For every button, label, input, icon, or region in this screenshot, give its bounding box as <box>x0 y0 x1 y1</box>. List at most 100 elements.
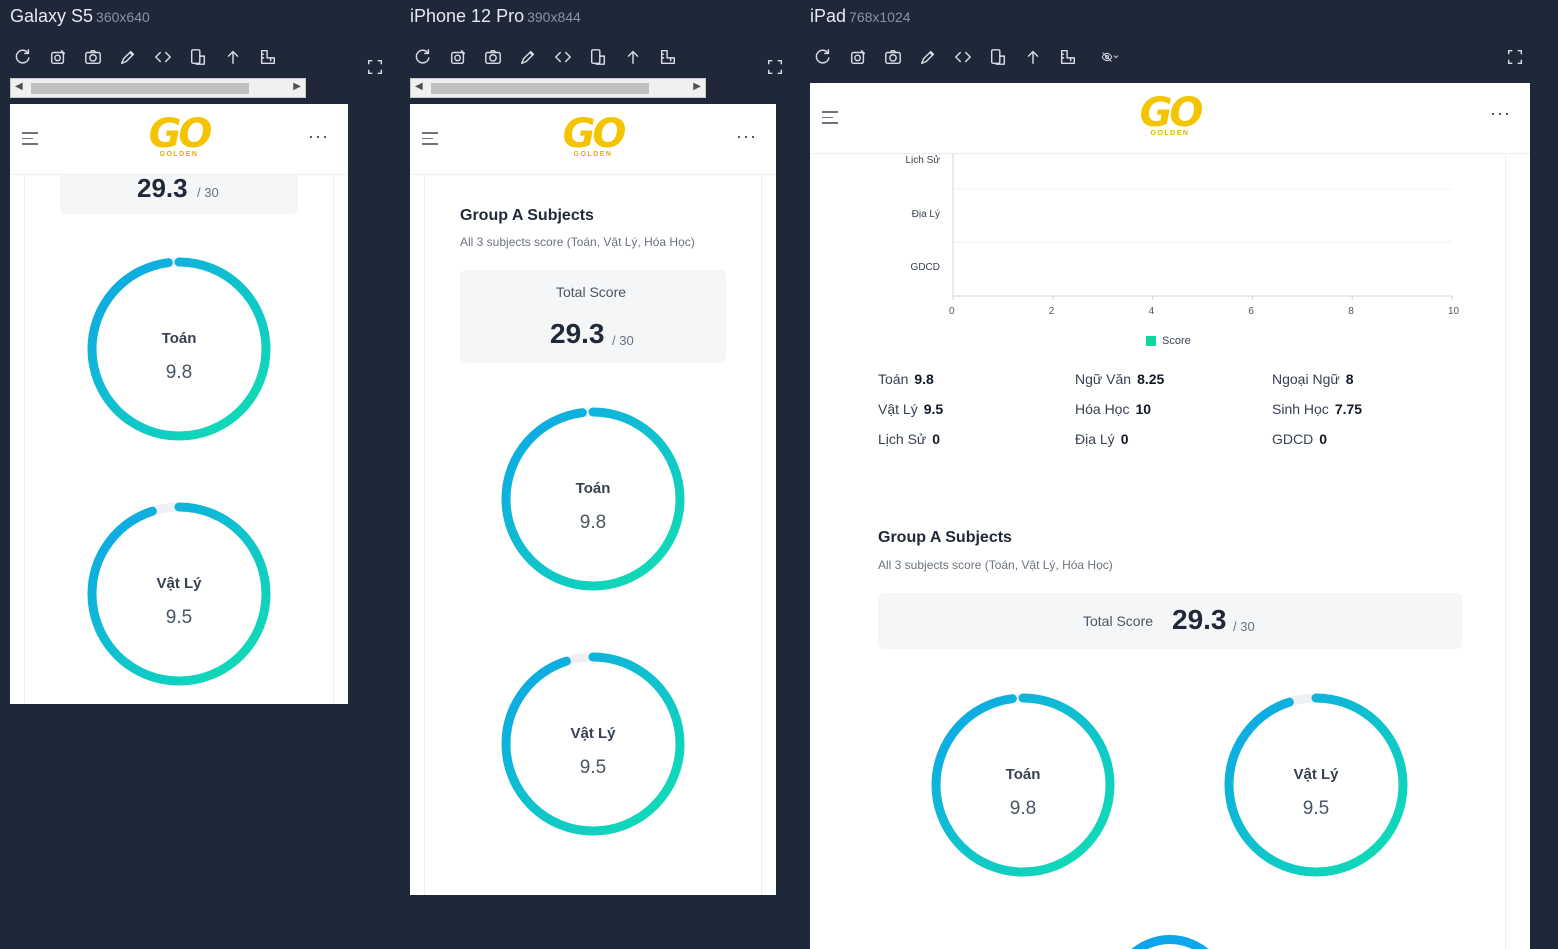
scroll-top-icon[interactable] <box>220 44 246 70</box>
ring-progress <box>501 652 685 836</box>
more-options-icon[interactable]: ··· <box>736 126 757 147</box>
total-score-box: Total Score 29.3 / 30 <box>878 593 1462 649</box>
ruler-icon[interactable] <box>1055 44 1081 70</box>
rotate-device-icon[interactable] <box>585 44 611 70</box>
total-score-max: / 30 <box>612 333 634 348</box>
screenshot-settings-icon[interactable] <box>845 44 871 70</box>
scroll-right-icon[interactable]: ▶ <box>293 81 301 92</box>
app-header: GO GOLDEN ··· <box>810 83 1530 154</box>
legend-swatch <box>1146 336 1156 347</box>
scroll-left-icon[interactable]: ◀ <box>15 81 23 92</box>
horizontal-scrollbar[interactable]: ◀ ▶ <box>410 78 706 98</box>
logo-text: GO <box>562 111 627 157</box>
scroll-top-icon[interactable] <box>620 44 646 70</box>
camera-icon[interactable] <box>480 44 506 70</box>
logo-text: GO <box>1139 90 1204 136</box>
viewport: 29.3 / 30 Toán 9.8 Vật Lý 9.5 GO GOLDEN ··… <box>10 104 348 704</box>
subject-score-item: Lịch Sử 0 <box>878 431 940 447</box>
score-ring-toan: Toán 9.8 <box>84 254 274 444</box>
viewport: Group A Subjects All 3 subjects score (T… <box>410 104 776 895</box>
total-score-label: Total Score <box>556 284 627 300</box>
logo[interactable]: GO GOLDEN <box>145 114 213 158</box>
subject-score: 10 <box>1135 401 1152 417</box>
ring-subject-name: Vật Lý <box>156 575 202 592</box>
subject-name: Ngữ Văn <box>1075 371 1132 387</box>
ring-progress <box>87 502 271 686</box>
menu-icon[interactable] <box>422 132 438 149</box>
code-icon[interactable] <box>550 44 576 70</box>
chart-x-tick-label: 2 <box>1048 306 1055 317</box>
total-score-value: 29.3 <box>1172 604 1227 635</box>
subject-bar-chart: Lịch Sử Địa Lý GDCD 0 2 4 6 8 10 Score <box>810 153 1530 363</box>
expand-icon[interactable] <box>766 58 786 78</box>
subject-score: 9.5 <box>923 401 944 417</box>
device-name: iPad <box>810 6 847 26</box>
more-options-icon[interactable]: ··· <box>1490 103 1511 124</box>
total-score-label: Total Score <box>1083 613 1154 629</box>
rotate-device-icon[interactable] <box>185 44 211 70</box>
horizontal-scrollbar[interactable]: ◀ ▶ <box>10 78 306 98</box>
expand-icon[interactable] <box>1506 48 1526 68</box>
camera-icon[interactable] <box>80 44 106 70</box>
ring-score-value: 9.8 <box>165 362 193 383</box>
device-name: Galaxy S5 <box>10 6 94 26</box>
chart-x-tick-label: 10 <box>1448 306 1460 317</box>
scroll-top-icon[interactable] <box>1020 44 1046 70</box>
color-picker-icon[interactable] <box>515 44 541 70</box>
more-options-icon[interactable]: ··· <box>308 126 329 147</box>
ring-svg <box>1224 693 1408 877</box>
ruler-icon[interactable] <box>655 44 681 70</box>
subject-name: Địa Lý <box>1075 431 1115 447</box>
ring-score-value: 9.8 <box>579 512 607 533</box>
device-dims: 390x844 <box>527 9 581 25</box>
ring-score-value: 9.8 <box>1009 798 1037 819</box>
score-ring-vat-ly: Vật Lý 9.5 <box>498 649 688 839</box>
subject-score-item: Ngoại Ngữ 8 <box>1272 371 1354 387</box>
legend-label: Score <box>1162 335 1191 347</box>
menu-icon[interactable] <box>822 111 838 128</box>
expand-icon[interactable] <box>366 58 386 78</box>
device-toolbar <box>810 44 1139 70</box>
chart-x-tick-label: 0 <box>949 306 955 317</box>
logo[interactable]: GO GOLDEN <box>1136 93 1204 137</box>
ruler-icon[interactable] <box>255 44 281 70</box>
subject-score-item: Sinh Học 7.75 <box>1272 401 1362 417</box>
refresh-icon[interactable] <box>410 44 436 70</box>
device-toolbar <box>410 44 690 70</box>
ring-subject-name: Toán <box>161 330 197 347</box>
color-picker-icon[interactable] <box>115 44 141 70</box>
hide-icon[interactable] <box>1090 44 1130 70</box>
camera-icon[interactable] <box>880 44 906 70</box>
screenshot-settings-icon[interactable] <box>445 44 471 70</box>
total-score-max: / 30 <box>1233 619 1255 634</box>
scroll-right-icon[interactable]: ▶ <box>693 81 701 92</box>
subject-score-item: GDCD 0 <box>1272 431 1327 447</box>
scroll-left-icon[interactable]: ◀ <box>415 81 423 92</box>
subject-score-item: Địa Lý 0 <box>1075 431 1128 447</box>
subject-name: Hóa Học <box>1075 401 1130 417</box>
code-icon[interactable] <box>150 44 176 70</box>
ring-svg <box>87 257 271 441</box>
ring-progress <box>931 693 1115 877</box>
subject-name: Lịch Sử <box>878 431 927 447</box>
chart-x-tick-label: 6 <box>1248 306 1254 317</box>
subject-score-item: Ngữ Văn 8.25 <box>1075 371 1164 387</box>
rotate-device-icon[interactable] <box>985 44 1011 70</box>
scrollbar-thumb[interactable] <box>31 83 249 94</box>
ring-svg <box>501 407 685 591</box>
chart-category-label: GDCD <box>910 262 940 273</box>
scrollbar-thumb[interactable] <box>431 83 649 94</box>
logo[interactable]: GO GOLDEN <box>559 114 627 158</box>
code-icon[interactable] <box>950 44 976 70</box>
ring-svg <box>931 693 1115 877</box>
refresh-icon[interactable] <box>810 44 836 70</box>
screenshot-settings-icon[interactable] <box>45 44 71 70</box>
subject-score: 0 <box>1319 431 1328 447</box>
ring-score-value: 9.5 <box>579 757 607 778</box>
subject-score: 8 <box>1345 371 1354 387</box>
refresh-icon[interactable] <box>10 44 36 70</box>
chart-category-label: Lịch Sử <box>905 155 941 166</box>
group-title: Group A Subjects <box>878 529 1012 546</box>
menu-icon[interactable] <box>22 132 38 149</box>
color-picker-icon[interactable] <box>915 44 941 70</box>
